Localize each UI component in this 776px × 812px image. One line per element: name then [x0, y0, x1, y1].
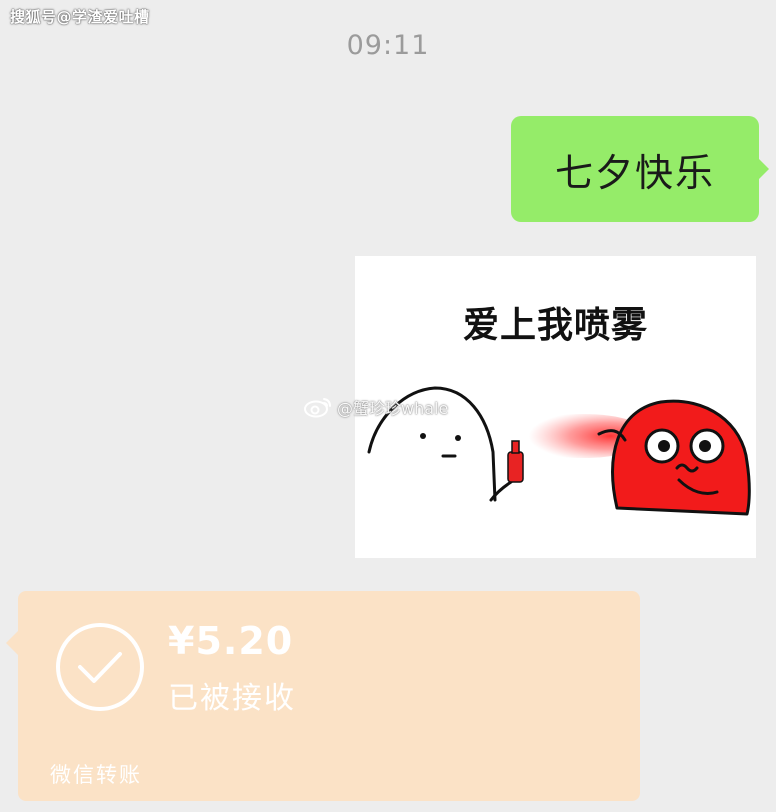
transfer-status: 已被接收 — [168, 681, 296, 716]
transfer-amount: ¥5.20 — [168, 619, 294, 663]
transfer-label: 微信转账 — [50, 763, 142, 787]
source-watermark: 搜狐号@学渣爱吐槽 — [10, 8, 150, 26]
check-circle-icon — [56, 623, 144, 711]
weibo-icon — [304, 398, 331, 418]
wechat-transfer-card[interactable]: ¥5.20 已被接收 微信转账 — [6, 591, 640, 801]
sent-message-bubble[interactable]: 七夕快乐 — [511, 116, 769, 222]
sticker-caption: 爱上我喷雾 — [462, 305, 648, 346]
message-timestamp: 09:11 — [346, 30, 430, 61]
sent-message-text: 七夕快乐 — [554, 150, 715, 195]
weibo-watermark: @蟹珍珍whale — [303, 395, 448, 419]
weibo-handle: @蟹珍珍whale — [337, 399, 449, 418]
